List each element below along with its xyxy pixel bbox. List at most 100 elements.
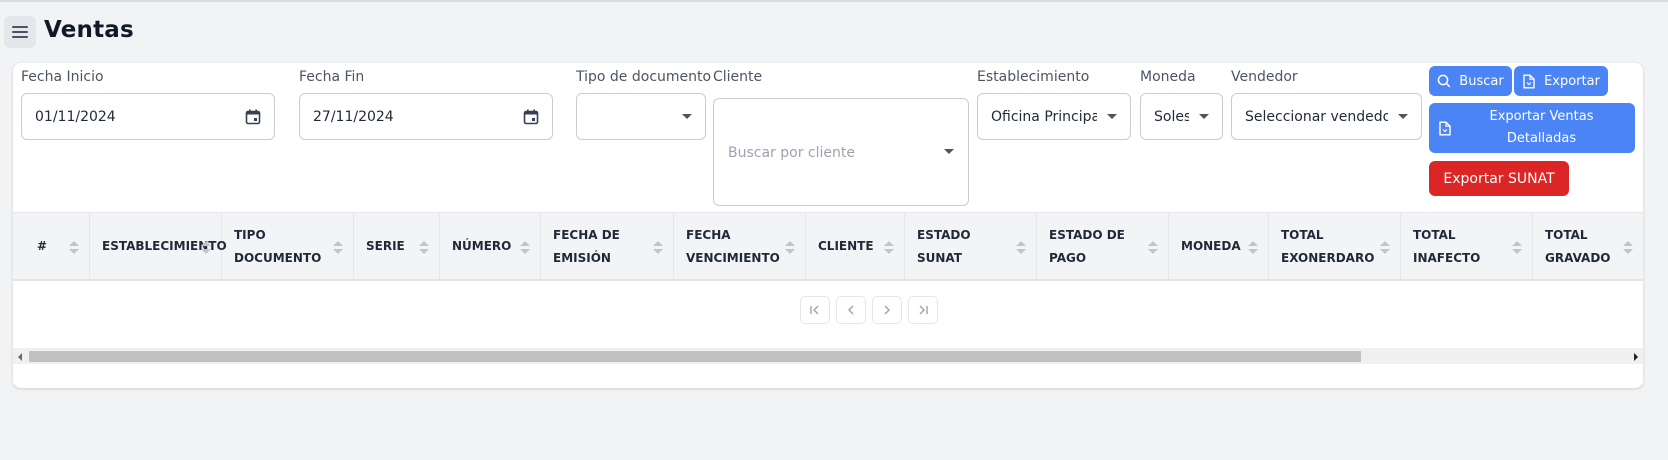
exportar-detalladas-label: Exportar Ventas Detalladas — [1460, 106, 1635, 150]
moneda-select[interactable]: Soles — [1140, 93, 1223, 140]
column-header-number[interactable]: # — [25, 213, 90, 280]
column-label: PAGO — [1049, 250, 1087, 265]
column-label: ESTADO DE — [1049, 227, 1125, 242]
column-header-moneda[interactable]: MONEDA — [1169, 213, 1269, 280]
exportar-button[interactable]: Exportar — [1514, 66, 1608, 96]
buscar-button-label: Buscar — [1459, 73, 1504, 89]
chevron-down-icon — [1107, 114, 1117, 119]
sort-icon[interactable] — [1016, 241, 1026, 255]
column-header-cliente[interactable]: CLIENTE — [806, 213, 905, 280]
column-header-estado-sunat[interactable]: ESTADO SUNAT — [905, 213, 1037, 280]
sort-icon[interactable] — [1512, 241, 1522, 255]
vendedor-select[interactable]: Seleccionar vendedor — [1231, 93, 1422, 140]
chevron-down-icon — [682, 114, 692, 119]
column-label: EXONERDARO — [1281, 250, 1375, 265]
top-border — [0, 0, 1668, 2]
column-header-total-inafecto[interactable]: TOTAL INAFECTO — [1401, 213, 1533, 280]
column-label: FECHA — [686, 227, 731, 242]
previous-page-button[interactable] — [836, 296, 866, 324]
exportar-detalladas-label-line1: Exportar Ventas — [1489, 109, 1594, 124]
chevron-right-icon — [881, 304, 893, 316]
buscar-button[interactable]: Buscar — [1429, 66, 1512, 96]
table-header: # ESTABLECIMIENTO TIPO DOCUMENTO SERIE NÚ… — [13, 212, 1643, 281]
calendar-icon[interactable] — [245, 109, 261, 125]
column-header-serie[interactable]: SERIE — [354, 213, 440, 280]
search-icon — [1437, 74, 1451, 88]
next-page-button[interactable] — [872, 296, 902, 324]
moneda-label: Moneda — [1140, 69, 1196, 85]
column-header-total-exonerado[interactable]: TOTAL EXONERDARO — [1269, 213, 1401, 280]
column-header-establecimiento[interactable]: ESTABLECIMIENTO — [90, 213, 227, 280]
cliente-select[interactable]: Buscar por cliente — [713, 98, 969, 206]
column-label: TIPO — [234, 227, 266, 242]
chevron-down-icon — [1398, 114, 1408, 119]
file-export-icon — [1522, 74, 1536, 89]
establecimiento-select[interactable]: Oficina Principal — [977, 93, 1131, 140]
sort-icon[interactable] — [1623, 241, 1633, 255]
exportar-button-label: Exportar — [1544, 73, 1600, 89]
hamburger-menu-icon[interactable] — [4, 16, 36, 48]
sort-icon[interactable] — [653, 241, 663, 255]
column-header-fecha-emision[interactable]: FECHA DE EMISIÓN — [541, 213, 674, 280]
sort-icon[interactable] — [333, 241, 343, 255]
column-label: SERIE — [366, 239, 405, 253]
first-page-icon — [809, 304, 821, 316]
column-label: INAFECTO — [1413, 250, 1481, 265]
sort-icon[interactable] — [520, 241, 530, 255]
pagination — [800, 296, 938, 324]
column-label: TOTAL — [1413, 227, 1456, 242]
column-label: SUNAT — [917, 250, 962, 265]
fecha-inicio-input[interactable]: 01/11/2024 — [21, 93, 275, 140]
scroll-right-arrow-icon[interactable] — [1634, 353, 1638, 361]
moneda-value: Soles — [1154, 108, 1189, 125]
chevron-down-icon — [1199, 114, 1209, 119]
cliente-label: Cliente — [713, 69, 763, 85]
sort-icon[interactable] — [1380, 241, 1390, 255]
sort-icon[interactable] — [201, 241, 211, 255]
sort-icon[interactable] — [1248, 241, 1258, 255]
chevron-left-icon — [845, 304, 857, 316]
exportar-sunat-button[interactable]: Exportar SUNAT — [1429, 161, 1569, 196]
scroll-left-arrow-icon[interactable] — [18, 353, 22, 361]
vendedor-value: Seleccionar vendedor — [1245, 108, 1388, 125]
tipo-documento-label: Tipo de documento — [576, 69, 712, 85]
column-label: DOCUMENTO — [234, 250, 322, 265]
sales-report-card: Fecha Inicio 01/11/2024 Fecha Fin 27/11/… — [13, 63, 1643, 388]
chevron-down-icon — [944, 149, 954, 154]
sort-icon[interactable] — [419, 241, 429, 255]
exportar-detalladas-label-line2: Detalladas — [1506, 131, 1577, 146]
column-label: GRAVADO — [1545, 250, 1611, 265]
last-page-icon — [917, 304, 929, 316]
horizontal-scrollbar[interactable] — [13, 348, 1643, 364]
tipo-documento-select[interactable] — [576, 93, 706, 140]
column-header-tipo-documento[interactable]: TIPO DOCUMENTO — [222, 213, 354, 280]
sort-icon[interactable] — [884, 241, 894, 255]
column-label: TOTAL — [1545, 227, 1588, 242]
fecha-fin-value: 27/11/2024 — [313, 108, 394, 125]
column-label: EMISIÓN — [553, 250, 611, 265]
column-header-numero[interactable]: NÚMERO — [440, 213, 541, 280]
column-label: NÚMERO — [452, 239, 512, 253]
vendedor-label: Vendedor — [1231, 69, 1298, 85]
column-header-estado-pago[interactable]: ESTADO DE PAGO — [1037, 213, 1169, 280]
sort-icon[interactable] — [785, 241, 795, 255]
fecha-fin-input[interactable]: 27/11/2024 — [299, 93, 553, 140]
exportar-ventas-detalladas-button[interactable]: Exportar Ventas Detalladas — [1429, 103, 1635, 153]
scrollbar-thumb[interactable] — [29, 351, 1361, 362]
sort-icon[interactable] — [69, 241, 79, 255]
column-label: VENCIMIENTO — [686, 250, 780, 265]
column-header-fecha-vencimiento[interactable]: FECHA VENCIMIENTO — [674, 213, 806, 280]
last-page-button[interactable] — [908, 296, 938, 324]
establecimiento-label: Establecimiento — [977, 69, 1090, 85]
column-label: MONEDA — [1181, 239, 1241, 253]
calendar-icon[interactable] — [523, 109, 539, 125]
file-export-icon — [1438, 121, 1452, 136]
sort-icon[interactable] — [1148, 241, 1158, 255]
first-page-button[interactable] — [800, 296, 830, 324]
column-label: TOTAL — [1281, 227, 1324, 242]
column-label: ESTADO — [917, 227, 971, 242]
page-title: Ventas — [44, 17, 134, 43]
column-header-total-gravado[interactable]: TOTAL GRAVADO — [1533, 213, 1643, 280]
cliente-placeholder: Buscar por cliente — [728, 145, 855, 161]
fecha-inicio-value: 01/11/2024 — [35, 108, 116, 125]
